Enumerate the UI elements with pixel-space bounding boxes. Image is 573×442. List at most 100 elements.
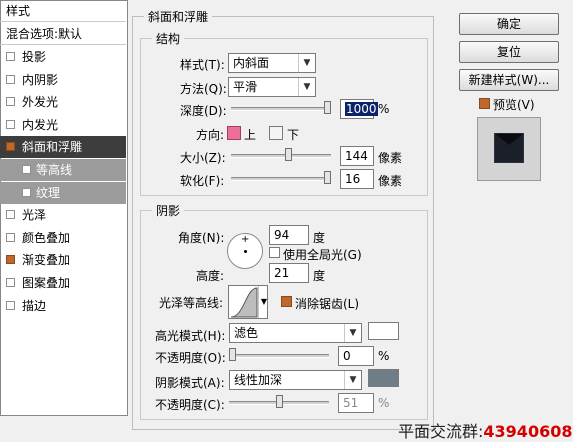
style-item[interactable]: 外发光 xyxy=(0,91,126,113)
technique-value: 平滑 xyxy=(233,80,258,94)
highlight-opacity-label: 不透明度(O): xyxy=(155,351,226,365)
styles-header[interactable]: 样式 xyxy=(0,0,126,22)
style-item-checkbox[interactable] xyxy=(6,142,15,152)
depth-slider[interactable] xyxy=(231,101,331,114)
depth-input[interactable]: 1000 xyxy=(340,99,378,119)
style-item[interactable]: 描边 xyxy=(0,295,126,317)
soften-slider-knob[interactable] xyxy=(324,171,331,184)
soften-unit: 像素 xyxy=(378,174,403,188)
angle-label: 角度(N): xyxy=(178,231,225,245)
altitude-label: 高度: xyxy=(196,269,225,283)
bevel-style-select[interactable]: 内斜面 ▼ xyxy=(228,53,316,73)
depth-unit: % xyxy=(378,102,390,116)
style-item-label: 颜色叠加 xyxy=(22,230,71,245)
crosshair-icon: + xyxy=(241,234,250,245)
highlight-mode-select[interactable]: 滤色 ▼ xyxy=(229,323,362,343)
structure-title: 结构 xyxy=(152,30,185,47)
bevel-style-value: 内斜面 xyxy=(233,56,270,70)
style-item-checkbox[interactable] xyxy=(6,74,15,84)
direction-up-radio[interactable] xyxy=(227,126,241,140)
style-item-label: 投影 xyxy=(22,50,47,64)
direction-down-label: 下 xyxy=(287,128,300,142)
style-item-checkbox[interactable] xyxy=(6,97,15,107)
altitude-input[interactable]: 21 xyxy=(269,263,309,283)
reset-button[interactable]: 复位 xyxy=(459,41,559,63)
chevron-down-icon: ▼ xyxy=(344,371,361,389)
soften-input[interactable]: 16 xyxy=(340,169,374,189)
style-item[interactable]: 图案叠加 xyxy=(0,272,126,294)
style-item-checkbox[interactable] xyxy=(22,165,31,174)
soften-label: 软化(F): xyxy=(180,174,225,188)
shadow-opacity-slider[interactable] xyxy=(229,395,329,408)
shadow-opacity-knob[interactable] xyxy=(276,395,283,408)
chevron-down-icon: ▼ xyxy=(298,54,315,72)
depth-value: 1000 xyxy=(345,102,378,116)
style-item-checkbox[interactable] xyxy=(6,255,15,265)
style-item-checkbox[interactable] xyxy=(6,52,15,61)
highlight-opacity-knob[interactable] xyxy=(229,348,236,361)
technique-label: 方法(Q): xyxy=(180,82,227,96)
style-item[interactable]: 等高线 xyxy=(0,159,126,181)
new-style-button[interactable]: 新建样式(W)... xyxy=(459,69,559,91)
shadow-opacity-input[interactable]: 51 xyxy=(338,393,374,413)
anti-alias-checkbox[interactable] xyxy=(281,296,292,307)
shadow-mode-value: 线性加深 xyxy=(234,373,283,387)
style-list-panel: 样式 混合选项:默认 投影内阴影外发光内发光斜面和浮雕等高线 纹理 光泽颜色叠加渐变… xyxy=(0,0,128,416)
style-item-label: 斜面和浮雕 xyxy=(22,140,83,155)
ok-button[interactable]: 确定 xyxy=(459,13,559,35)
angle-input[interactable]: 94 xyxy=(269,225,309,245)
angle-dial[interactable]: + xyxy=(227,233,263,269)
preview-checkbox[interactable] xyxy=(479,98,490,109)
style-item-label: 渐变叠加 xyxy=(22,253,71,268)
style-item-label: 图案叠加 xyxy=(22,276,71,290)
anti-alias-label: 消除锯齿(L) xyxy=(295,297,360,311)
direction-label: 方向: xyxy=(196,128,225,142)
shadow-color-swatch[interactable] xyxy=(368,369,399,387)
style-item-checkbox[interactable] xyxy=(6,278,15,287)
highlight-mode-label: 高光模式(H): xyxy=(155,329,226,343)
blend-options-item[interactable]: 混合选项:默认 xyxy=(0,23,126,45)
size-slider-knob[interactable] xyxy=(285,148,292,161)
highlight-opacity-input[interactable]: 0 xyxy=(338,346,374,366)
style-item-label: 外发光 xyxy=(22,95,59,110)
style-label: 样式(T): xyxy=(180,58,225,72)
style-item[interactable]: 渐变叠加 xyxy=(0,249,126,271)
angle-unit: 度 xyxy=(313,231,326,245)
bevel-preview-icon xyxy=(493,132,525,164)
highlight-color-swatch[interactable] xyxy=(368,322,399,340)
size-slider[interactable] xyxy=(231,148,331,161)
style-item[interactable]: 内发光 xyxy=(0,114,126,136)
size-label: 大小(Z): xyxy=(180,151,226,165)
technique-select[interactable]: 平滑 ▼ xyxy=(228,77,316,97)
soften-slider[interactable] xyxy=(231,171,331,184)
shading-title: 阴影 xyxy=(152,202,185,219)
style-item[interactable]: 颜色叠加 xyxy=(0,227,126,249)
shadow-mode-label: 阴影模式(A): xyxy=(155,376,225,390)
style-item-checkbox[interactable] xyxy=(6,300,15,310)
style-item[interactable]: 斜面和浮雕 xyxy=(0,136,126,159)
direction-down-radio[interactable] xyxy=(269,126,283,140)
style-item-checkbox[interactable] xyxy=(6,210,15,220)
style-item[interactable]: 内阴影 xyxy=(0,69,126,91)
bevel-emboss-title: 斜面和浮雕 xyxy=(144,8,213,25)
style-item-label: 描边 xyxy=(22,298,47,313)
style-item-checkbox[interactable] xyxy=(6,232,15,242)
global-light-checkbox[interactable] xyxy=(269,247,280,258)
style-item-checkbox[interactable] xyxy=(6,119,15,129)
size-input[interactable]: 144 xyxy=(340,146,374,166)
watermark: 平面交流群:43940608 xyxy=(398,418,572,442)
highlight-mode-value: 滤色 xyxy=(234,326,259,340)
style-item[interactable]: 纹理 xyxy=(0,181,126,204)
depth-slider-knob[interactable] xyxy=(324,101,331,114)
shadow-opacity-unit: % xyxy=(378,396,390,410)
style-item[interactable]: 投影 xyxy=(0,46,126,68)
style-item-label: 内阴影 xyxy=(22,72,59,87)
gloss-contour-picker[interactable]: ▼ xyxy=(228,285,268,319)
preview-label: 预览(V) xyxy=(493,98,535,112)
shadow-mode-select[interactable]: 线性加深 ▼ xyxy=(229,370,362,390)
style-item-checkbox[interactable] xyxy=(22,187,31,197)
shadow-opacity-label: 不透明度(C): xyxy=(155,398,225,412)
style-item[interactable]: 光泽 xyxy=(0,204,126,226)
altitude-unit: 度 xyxy=(313,269,326,283)
highlight-opacity-slider[interactable] xyxy=(229,348,329,361)
